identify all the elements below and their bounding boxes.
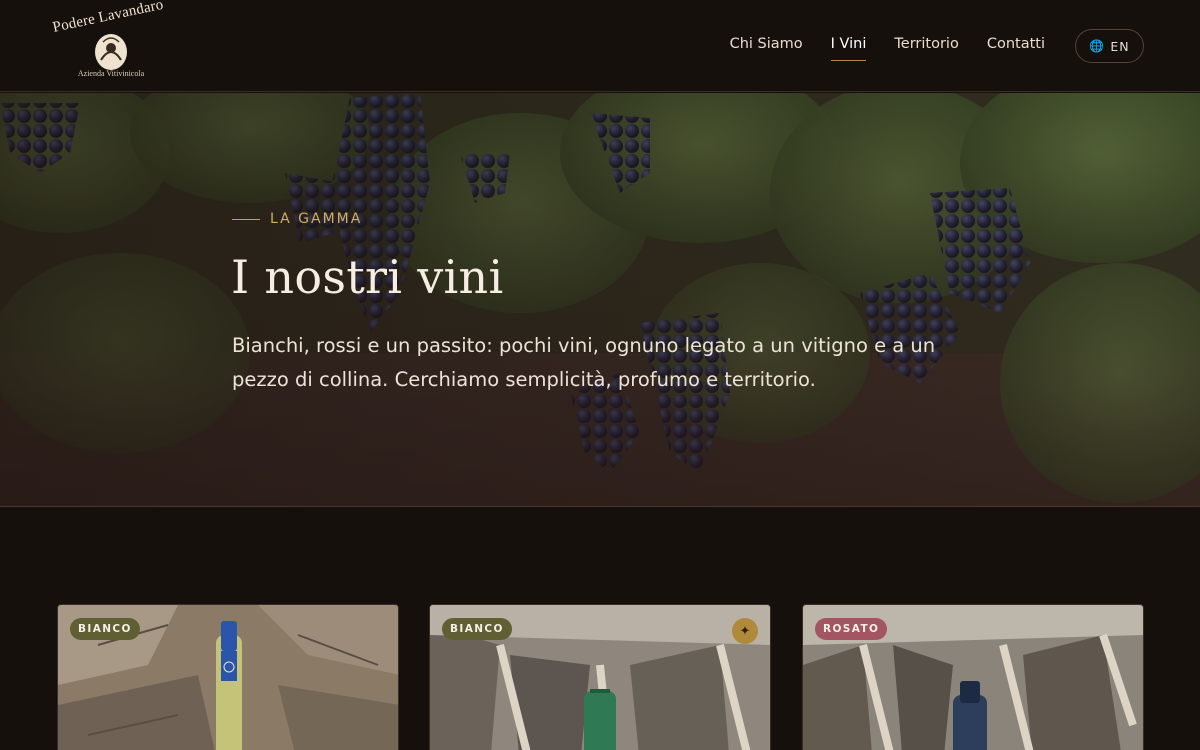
wine-type-badge: BIANCO xyxy=(442,618,512,640)
globe-icon: 🌐 xyxy=(1089,39,1105,53)
brand-tagline: Azienda Vitivinicola xyxy=(77,69,145,78)
nav-item-contatti[interactable]: Contatti xyxy=(987,36,1045,61)
site-header: Podere Lavandaro Azienda Vitivinicola Ch… xyxy=(0,0,1200,92)
nav-item-territorio[interactable]: Territorio xyxy=(894,36,958,61)
wine-card[interactable]: BIANCO xyxy=(57,604,399,750)
wine-card[interactable]: ROSATO xyxy=(802,604,1144,750)
wine-card[interactable]: BIANCO ✦ xyxy=(429,604,771,750)
wine-grid: BIANCO BIANCO ✦ ROSATO xyxy=(57,604,1144,750)
brand-logo[interactable]: Podere Lavandaro Azienda Vitivinicola xyxy=(51,0,168,84)
page-title: I nostri vini xyxy=(231,250,504,304)
wine-type-badge: BIANCO xyxy=(70,618,140,640)
language-label: EN xyxy=(1110,38,1130,54)
main-nav: Chi Siamo I Vini Territorio Contatti xyxy=(730,36,1045,61)
hero-eyebrow: LA GAMMA xyxy=(232,211,362,227)
eyebrow-text: LA GAMMA xyxy=(270,211,363,227)
nav-item-i-vini[interactable]: I Vini xyxy=(830,36,866,61)
eyebrow-rule xyxy=(232,218,260,220)
hero-description: Bianchi, rossi e un passito: pochi vini,… xyxy=(232,334,936,391)
star-icon: ✦ xyxy=(732,618,758,644)
language-switch-button[interactable]: 🌐 EN xyxy=(1075,29,1144,63)
nav-item-chi-siamo[interactable]: Chi Siamo xyxy=(730,36,803,61)
hero-section: LA GAMMA I nostri vini Bianchi, rossi e … xyxy=(0,93,1200,507)
hero-overlay xyxy=(0,93,1200,506)
wine-type-badge: ROSATO xyxy=(815,618,888,640)
